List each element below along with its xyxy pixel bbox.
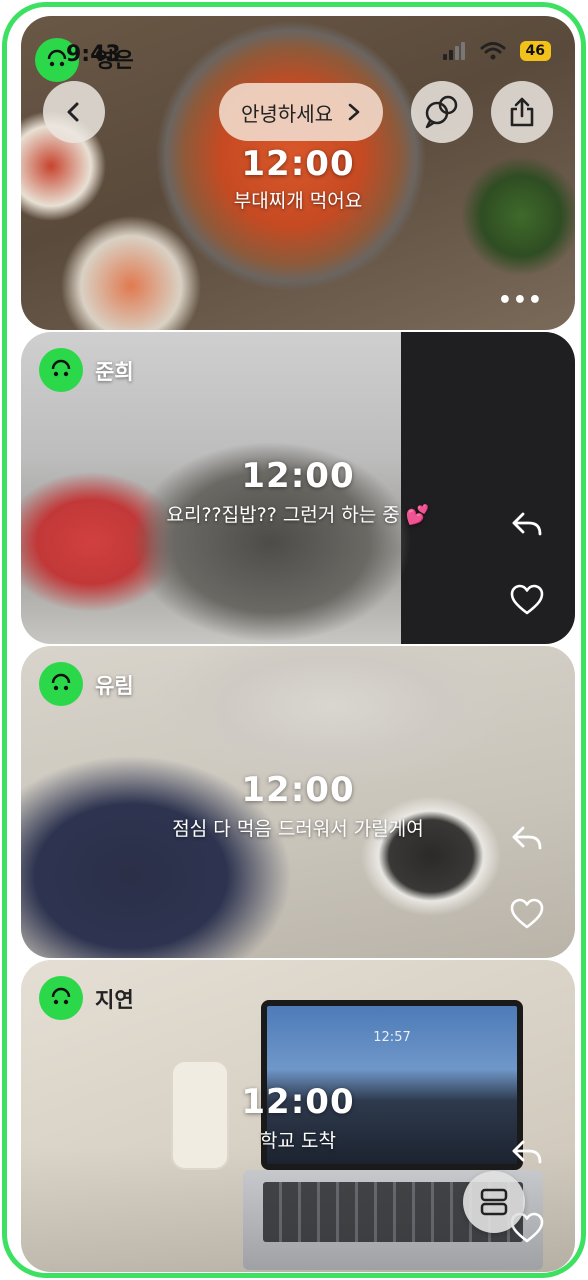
post-caption: 부대찌개 먹어요	[233, 190, 363, 212]
post-card[interactable]: 유림 12:00 점심 다 먹음 드러워서 가릴게여	[21, 646, 575, 958]
share-button[interactable]	[491, 81, 553, 143]
post-time: 12:00	[241, 144, 355, 184]
share-icon	[510, 97, 534, 127]
post-caption: 요리??집밥?? 그런거 하는 중 💕	[166, 504, 430, 526]
phone-frame: 영은 12:00 부대찌개 먹어요 ••• 9:43 46 안녕하세요 준희 1…	[2, 2, 586, 1278]
signal-icon	[442, 42, 465, 60]
face-icon	[51, 987, 71, 1005]
username[interactable]: 유림	[95, 670, 134, 700]
post-time: 12:00	[241, 456, 355, 496]
username[interactable]: 준희	[95, 356, 134, 386]
back-button[interactable]	[43, 81, 105, 143]
heart-icon	[510, 584, 544, 615]
reply-button[interactable]	[509, 506, 545, 542]
like-button[interactable]	[509, 582, 545, 618]
avatar[interactable]	[39, 662, 83, 706]
layout-toggle-button[interactable]	[463, 1171, 525, 1233]
reply-icon	[512, 512, 542, 536]
chevron-right-icon	[348, 103, 360, 121]
status-icons: 46	[442, 41, 551, 61]
post-time: 12:00	[241, 770, 355, 810]
face-icon	[51, 359, 71, 377]
chat-button[interactable]	[411, 81, 473, 143]
chat-bubbles-icon	[425, 95, 458, 129]
post-card[interactable]: 준희 12:00 요리??집밥?? 그런거 하는 중 💕	[21, 332, 575, 644]
battery-indicator: 46	[519, 41, 551, 61]
username[interactable]: 지연	[95, 984, 134, 1014]
heart-icon	[510, 898, 544, 929]
post-caption: 점심 다 먹음 드러워서 가릴게여	[172, 818, 424, 840]
laptop-clock: 12:57	[373, 1030, 411, 1045]
reply-icon	[512, 1140, 542, 1164]
wifi-icon	[480, 42, 506, 60]
post-time: 12:00	[241, 1082, 355, 1122]
reply-icon	[512, 826, 542, 850]
status-time: 9:43	[66, 42, 121, 67]
stacked-cards-icon	[480, 1188, 508, 1216]
avatar[interactable]	[39, 976, 83, 1020]
more-options-icon[interactable]: •••	[498, 288, 543, 313]
greeting-label: 안녕하세요	[241, 101, 333, 126]
greeting-button[interactable]: 안녕하세요	[219, 83, 383, 141]
like-button[interactable]	[509, 896, 545, 932]
face-icon	[51, 673, 71, 691]
avatar[interactable]	[39, 348, 83, 392]
reply-button[interactable]	[509, 1134, 545, 1170]
reply-button[interactable]	[509, 820, 545, 856]
post-caption: 학교 도착	[260, 1130, 336, 1152]
chevron-left-icon	[67, 102, 79, 122]
